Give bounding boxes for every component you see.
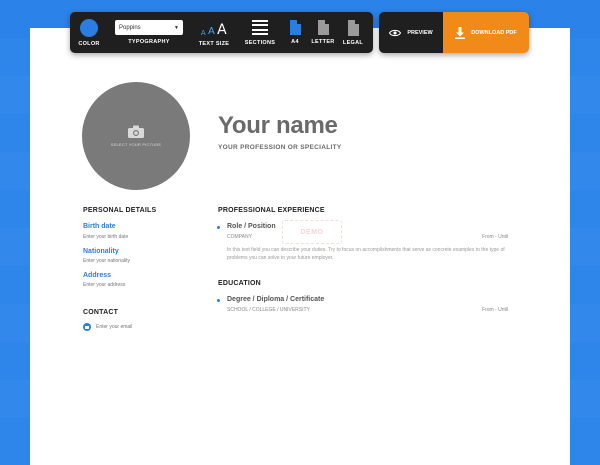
preview-button[interactable]: PREVIEW [379,12,443,53]
a4-page-icon [289,20,301,35]
address-field[interactable]: Enter your address [83,282,125,288]
experience-title: PROFESSIONAL EXPERIENCE [218,207,325,214]
photo-label: SELECT YOUR PICTURE [110,142,162,147]
a4-label: A4 [291,39,299,45]
eye-icon [389,29,402,36]
action-bar: PREVIEW DOWNLOAD PDF [379,12,529,53]
letter-label: LETTER [311,39,335,45]
color-label: COLOR [78,40,100,47]
personal-details-title: PERSONAL DETAILS [83,207,157,214]
role-field[interactable]: Role / Position [227,223,276,230]
legal-tool[interactable]: LEGAL [338,12,368,53]
dropdown-arrow-icon: ▼ [174,24,179,31]
photo-upload[interactable]: SELECT YOUR PICTURE [82,82,190,190]
sections-tool[interactable]: SECTIONS [238,12,282,53]
watermark-logo: DEMO [282,220,342,244]
birth-date-label: Birth date [83,223,116,230]
letter-page-icon [317,20,329,35]
address-label: Address [83,272,112,279]
sections-icon [252,19,268,36]
experience-description[interactable]: In this text field you can describe your… [227,246,507,262]
font-value: Poppins [119,24,141,31]
text-size-label: TEXT SIZE [198,40,230,47]
contact-title: CONTACT [83,309,119,316]
download-label: DOWNLOAD PDF [471,29,517,36]
color-tool[interactable]: COLOR [70,12,108,53]
editor-toolbar: COLOR Poppins ▼ TYPOGRAPHY A A A TEXT SI… [70,12,373,53]
download-icon [455,26,466,39]
email-row: Enter your email [83,323,132,331]
font-select[interactable]: Poppins ▼ [115,20,183,35]
nationality-field[interactable]: Enter your nationality [83,258,130,264]
download-pdf-button[interactable]: DOWNLOAD PDF [443,12,529,53]
text-size-icon: A A A [200,21,228,38]
typography-tool: Poppins ▼ TYPOGRAPHY [108,12,190,53]
education-dates[interactable]: From - Until [482,307,508,313]
profession-field[interactable]: YOUR PROFESSION OR SPECIALITY [218,144,342,151]
education-title: EDUCATION [218,280,261,287]
preview-label: PREVIEW [407,29,433,36]
camera-icon [128,125,144,138]
experience-bullet [217,226,220,229]
a4-tool[interactable]: A4 [282,12,308,53]
name-field[interactable]: Your name [218,112,338,140]
birth-date-field[interactable]: Enter your birth date [83,234,128,240]
email-icon [83,323,91,331]
typography-label: TYPOGRAPHY [128,39,170,45]
company-field[interactable]: COMPANY [227,234,252,240]
resume-page: SELECT YOUR PICTURE Your name YOUR PROFE… [30,28,570,465]
sections-label: SECTIONS [244,39,276,46]
color-swatch [80,18,98,37]
legal-label: LEGAL [342,39,364,46]
email-field[interactable]: Enter your email [96,324,132,330]
experience-dates[interactable]: From - Until [482,234,508,240]
legal-page-icon [347,19,359,36]
nationality-label: Nationality [83,248,119,255]
education-bullet [217,299,220,302]
school-field[interactable]: SCHOOL / COLLEGE / UNIVERSITY [227,307,310,313]
letter-tool[interactable]: LETTER [308,12,338,53]
degree-field[interactable]: Degree / Diploma / Certificate [227,296,324,303]
text-size-tool[interactable]: A A A TEXT SIZE [190,12,238,53]
